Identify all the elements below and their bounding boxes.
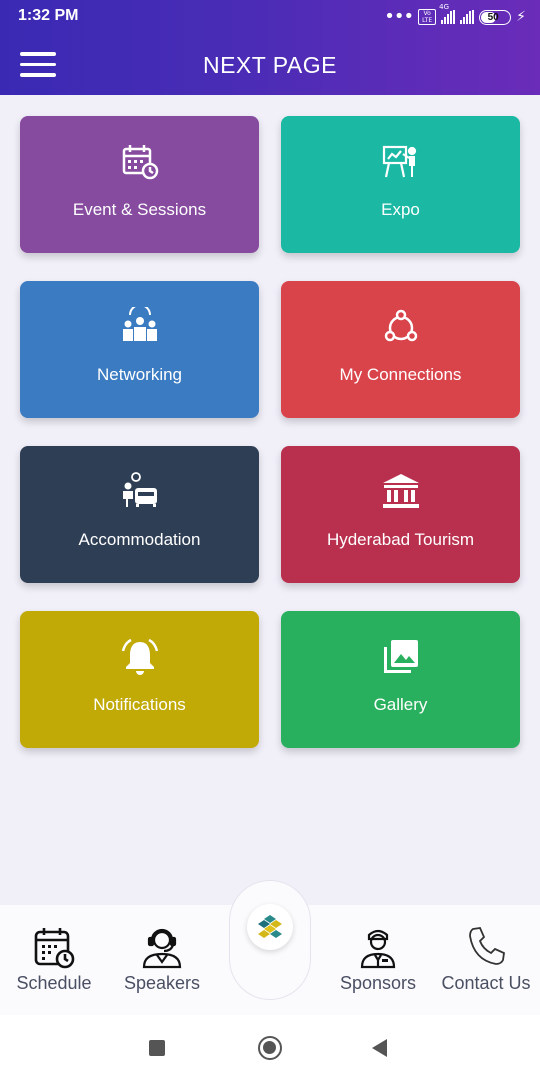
calendar-clock-icon [122, 145, 158, 180]
network-type: 4G [439, 3, 450, 11]
signal-4g-icon: 4G [439, 3, 456, 24]
nav-label: Contact Us [441, 973, 531, 993]
tile-hyderabad-tourism[interactable]: Hyderabad Tourism [281, 446, 520, 583]
nav-contact-us[interactable]: Contact Us [434, 905, 538, 1015]
tile-my-connections[interactable]: My Connections [281, 281, 520, 418]
tile-event-sessions[interactable]: Event & Sessions [20, 116, 259, 253]
calendar-clock-icon [34, 928, 75, 969]
hotel-reception-icon [122, 472, 157, 507]
alarm-bell-icon [121, 638, 158, 675]
nav-speakers[interactable]: Speakers [112, 905, 212, 1015]
center-logo-button[interactable] [247, 904, 293, 950]
status-dots: ••• [384, 6, 414, 27]
share-network-icon [384, 309, 417, 342]
tile-label: Expo [381, 200, 420, 219]
nav-sponsors[interactable]: Sponsors [330, 905, 426, 1015]
home-button[interactable] [258, 1036, 282, 1060]
tile-accommodation[interactable]: Accommodation [20, 446, 259, 583]
sponsor-person-icon [360, 929, 396, 969]
tile-notifications[interactable]: Notifications [20, 611, 259, 748]
volte-icon: Vo LTE [418, 9, 437, 25]
nav-label: Speakers [123, 973, 201, 993]
app-bar: NEXT PAGE [0, 34, 540, 95]
nav-label: Sponsors [339, 973, 417, 993]
tile-label: My Connections [339, 365, 462, 384]
status-icons: ••• Vo LTE 4G 50 ⚡︎ [384, 3, 526, 28]
signal-icon [460, 10, 475, 24]
monument-icon [382, 474, 419, 508]
battery-level: 50 [487, 11, 499, 23]
tile-label: Accommodation [78, 530, 201, 549]
top-header: 1:32 PM ••• Vo LTE 4G 50 ⚡︎ NEXT PAGE [0, 0, 540, 95]
tile-expo[interactable]: Expo [281, 116, 520, 253]
tile-label: Event & Sessions [72, 200, 207, 219]
group-icon [122, 307, 157, 341]
tile-label: Gallery [373, 695, 428, 714]
tile-networking[interactable]: Networking [20, 281, 259, 418]
battery-icon: 50 [479, 9, 512, 25]
nav-schedule[interactable]: Schedule [8, 905, 100, 1015]
back-button[interactable] [372, 1039, 387, 1057]
page-title: NEXT PAGE [202, 52, 338, 78]
charging-icon: ⚡︎ [516, 9, 526, 25]
tile-gallery[interactable]: Gallery [281, 611, 520, 748]
tile-label: Hyderabad Tourism [326, 530, 475, 549]
nav-label: Schedule [16, 973, 92, 993]
status-time: 1:32 PM [18, 7, 79, 24]
phone-icon [469, 927, 505, 965]
presentation-icon [382, 145, 416, 178]
status-bar: 1:32 PM ••• Vo LTE 4G 50 ⚡︎ [0, 0, 540, 34]
app-logo-icon [258, 915, 282, 938]
tile-label: Networking [96, 365, 183, 384]
tile-label: Notifications [93, 695, 186, 714]
photo-gallery-icon [383, 640, 418, 673]
recents-button[interactable] [149, 1040, 165, 1056]
system-nav-bar [0, 1015, 540, 1080]
speaker-headset-icon [142, 928, 182, 969]
